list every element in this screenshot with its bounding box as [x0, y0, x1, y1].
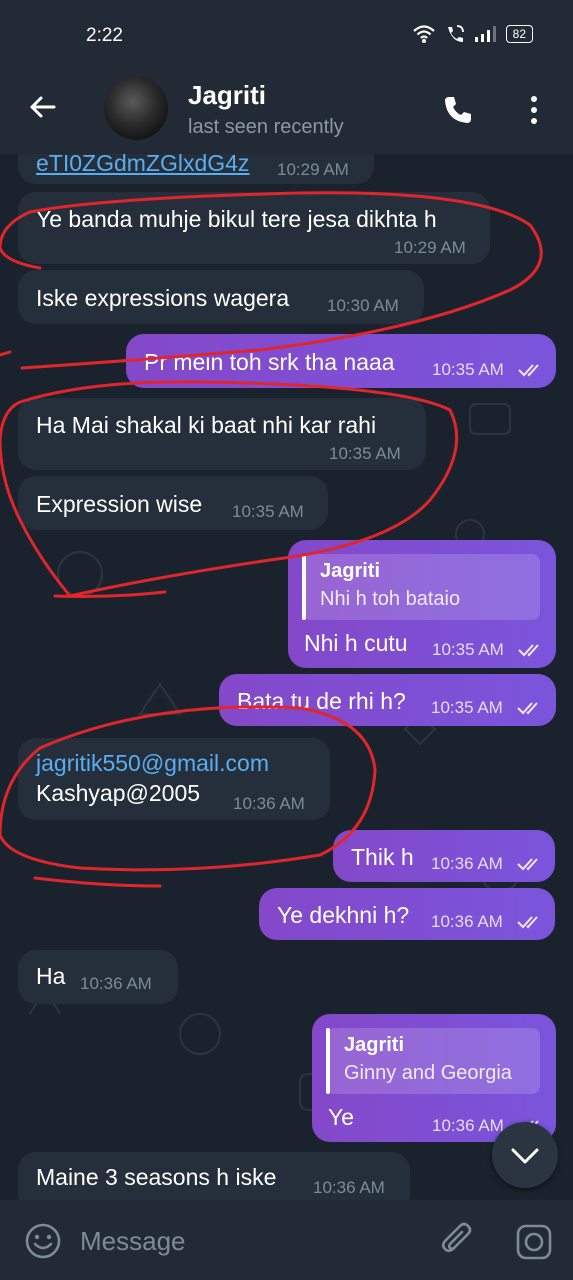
message-text: Kashyap@2005: [36, 780, 201, 806]
status-bar: 2:22 82: [0, 0, 573, 70]
message-email-link[interactable]: jagritik550@gmail.com: [36, 750, 269, 777]
back-arrow-icon: [30, 96, 56, 118]
avatar[interactable]: [104, 76, 168, 140]
wifi-icon: [412, 25, 435, 43]
message-time: 10:35 AM: [431, 698, 503, 717]
contact-status: last seen recently: [188, 116, 344, 138]
back-button[interactable]: [28, 92, 58, 127]
message-time: 10:29 AM: [277, 160, 349, 179]
message-time: 10:35 AM: [432, 640, 504, 659]
call-button[interactable]: [442, 94, 474, 131]
scroll-to-bottom-button[interactable]: [492, 1122, 558, 1188]
message-text: Ye: [328, 1104, 355, 1130]
message-text: Ye banda muhje bikul tere jesa dikhta h: [36, 206, 437, 232]
camera-button[interactable]: [514, 1222, 554, 1267]
message-text: Nhi h cutu: [304, 630, 408, 656]
more-vert-icon: [531, 96, 537, 124]
attach-button[interactable]: [438, 1220, 478, 1265]
message-outgoing[interactable]: Thik h 10:36 AM: [333, 830, 555, 882]
chat-header: Jagriti last seen recently: [0, 70, 573, 154]
message-time: 10:35 AM: [329, 444, 401, 463]
reply-text: Nhi h toh bataio: [320, 588, 461, 610]
message-text: Maine 3 seasons h iske: [36, 1164, 277, 1190]
reply-text: Ginny and Georgia: [344, 1062, 512, 1084]
message-text: Pr mein toh srk tha naaa: [144, 349, 395, 375]
message-text: Ha Mai shakal ki baat nhi kar rahi: [36, 412, 377, 438]
reply-author: Jagriti: [344, 1034, 405, 1056]
message-time: 10:30 AM: [327, 296, 399, 315]
chat-area[interactable]: eTI0ZGdmZGlxdG4z 10:29 AM Ye banda muhje…: [0, 154, 573, 1200]
message-incoming[interactable]: Ha 10:36 AM: [18, 950, 178, 1004]
message-text: Thik h: [351, 844, 414, 870]
message-input[interactable]: Message: [80, 1226, 186, 1257]
message-incoming[interactable]: Expression wise 10:35 AM: [18, 476, 328, 530]
message-text: Bata tu de rhi h?: [237, 688, 406, 714]
battery-icon: 82: [505, 25, 533, 43]
more-options-button[interactable]: [524, 94, 544, 131]
message-text: Ye dekhni h?: [277, 902, 410, 928]
signal-icon: [474, 26, 496, 42]
double-check-icon: [517, 702, 538, 715]
chevron-down-icon: [511, 1148, 539, 1164]
message-outgoing[interactable]: Bata tu de rhi h? 10:35 AM: [219, 674, 556, 726]
phone-icon: [445, 97, 471, 123]
emoji-icon: [25, 1223, 61, 1259]
message-time: 10:36 AM: [233, 794, 305, 813]
message-incoming[interactable]: eTI0ZGdmZGlxdG4z 10:29 AM: [18, 154, 374, 184]
reply-quote[interactable]: Jagriti Ginny and Georgia: [326, 1028, 540, 1094]
reply-quote[interactable]: Jagriti Nhi h toh bataio: [302, 554, 540, 620]
message-link[interactable]: eTI0ZGdmZGlxdG4z: [36, 154, 249, 177]
message-input-bar: Message: [0, 1200, 573, 1280]
call-status-icon: [447, 25, 464, 42]
double-check-icon: [518, 644, 539, 657]
message-outgoing-reply[interactable]: Jagriti Nhi h toh bataio Nhi h cutu 10:3…: [288, 540, 556, 668]
message-time: 10:35 AM: [432, 360, 504, 379]
message-time: 10:36 AM: [431, 854, 503, 873]
message-incoming[interactable]: Iske expressions wagera 10:30 AM: [18, 270, 424, 324]
double-check-icon: [518, 364, 539, 377]
message-time: 10:35 AM: [232, 502, 304, 521]
contact-name[interactable]: Jagriti: [188, 80, 266, 111]
message-text: Expression wise: [36, 491, 203, 517]
message-text: Iske expressions wagera: [36, 285, 290, 311]
message-incoming[interactable]: Maine 3 seasons h iske 10:36 AM: [18, 1152, 410, 1200]
status-time: 2:22: [86, 25, 123, 46]
double-check-icon: [517, 858, 538, 871]
message-time: 10:36 AM: [313, 1178, 385, 1197]
message-time: 10:29 AM: [394, 238, 466, 257]
camera-icon: [516, 1224, 552, 1260]
message-outgoing[interactable]: Pr mein toh srk tha naaa 10:35 AM: [126, 334, 556, 388]
double-check-icon: [517, 916, 538, 929]
emoji-button[interactable]: [24, 1222, 62, 1265]
message-time: 10:36 AM: [431, 912, 503, 931]
message-incoming[interactable]: jagritik550@gmail.com Kashyap@2005 10:36…: [18, 738, 330, 820]
message-outgoing[interactable]: Ye dekhni h? 10:36 AM: [259, 888, 555, 940]
message-time: 10:36 AM: [80, 974, 152, 993]
attach-icon: [441, 1222, 472, 1253]
message-incoming[interactable]: Ha Mai shakal ki baat nhi kar rahi 10:35…: [18, 398, 426, 470]
reply-author: Jagriti: [320, 560, 381, 582]
message-text: Ha: [36, 963, 66, 989]
message-incoming[interactable]: Ye banda muhje bikul tere jesa dikhta h …: [18, 192, 490, 264]
